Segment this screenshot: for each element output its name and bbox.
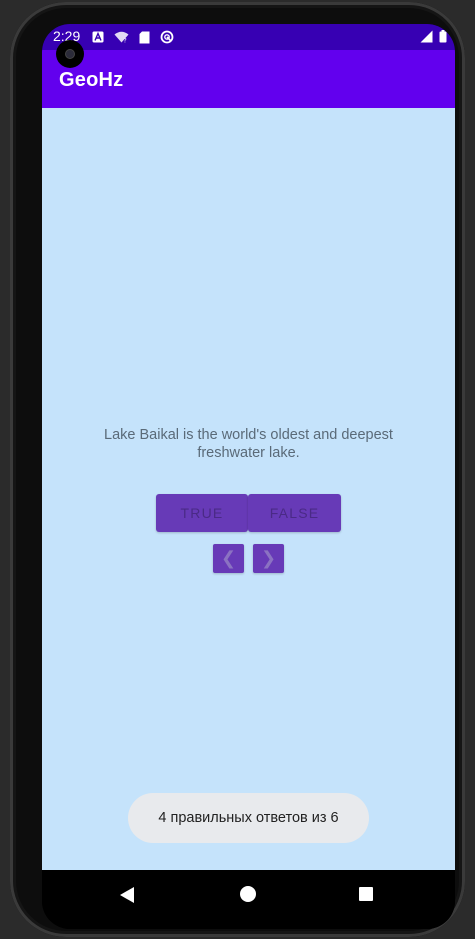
sd-card-icon <box>139 31 150 43</box>
quiz-content: Lake Baikal is the world's oldest and de… <box>42 108 455 870</box>
a-notification-icon <box>92 31 104 43</box>
camera-cutout <box>56 40 84 68</box>
status-icons: ? <box>92 30 174 44</box>
wifi-question-icon: ? <box>114 31 129 43</box>
next-button[interactable]: ❯ <box>253 544 284 573</box>
recents-icon[interactable] <box>359 887 373 901</box>
screen: 2:29 ? GeoHz Lake Baikal is the world's … <box>42 24 455 929</box>
back-icon[interactable] <box>120 887 134 903</box>
svg-text:?: ? <box>124 38 127 44</box>
status-right <box>420 30 447 43</box>
question-text: Lake Baikal is the world's oldest and de… <box>104 427 393 461</box>
score-toast: 4 правильных ответов из 6 <box>128 793 369 843</box>
prev-button[interactable]: ❮ <box>213 544 244 573</box>
device-frame: 2:29 ? GeoHz Lake Baikal is the world's … <box>10 2 465 937</box>
navigation-bar <box>42 870 455 929</box>
volume-button <box>462 357 465 417</box>
false-button[interactable]: FALSE <box>248 494 341 532</box>
app-title: GeoHz <box>59 69 124 91</box>
battery-icon <box>439 30 447 43</box>
sync-icon <box>160 30 174 44</box>
app-bar: GeoHz <box>42 50 455 108</box>
power-button <box>462 227 465 239</box>
status-bar: 2:29 ? <box>42 24 455 50</box>
home-icon[interactable] <box>240 886 256 902</box>
camera-lens <box>66 50 74 58</box>
true-button[interactable]: TRUE <box>156 494 248 532</box>
signal-icon <box>420 30 433 43</box>
